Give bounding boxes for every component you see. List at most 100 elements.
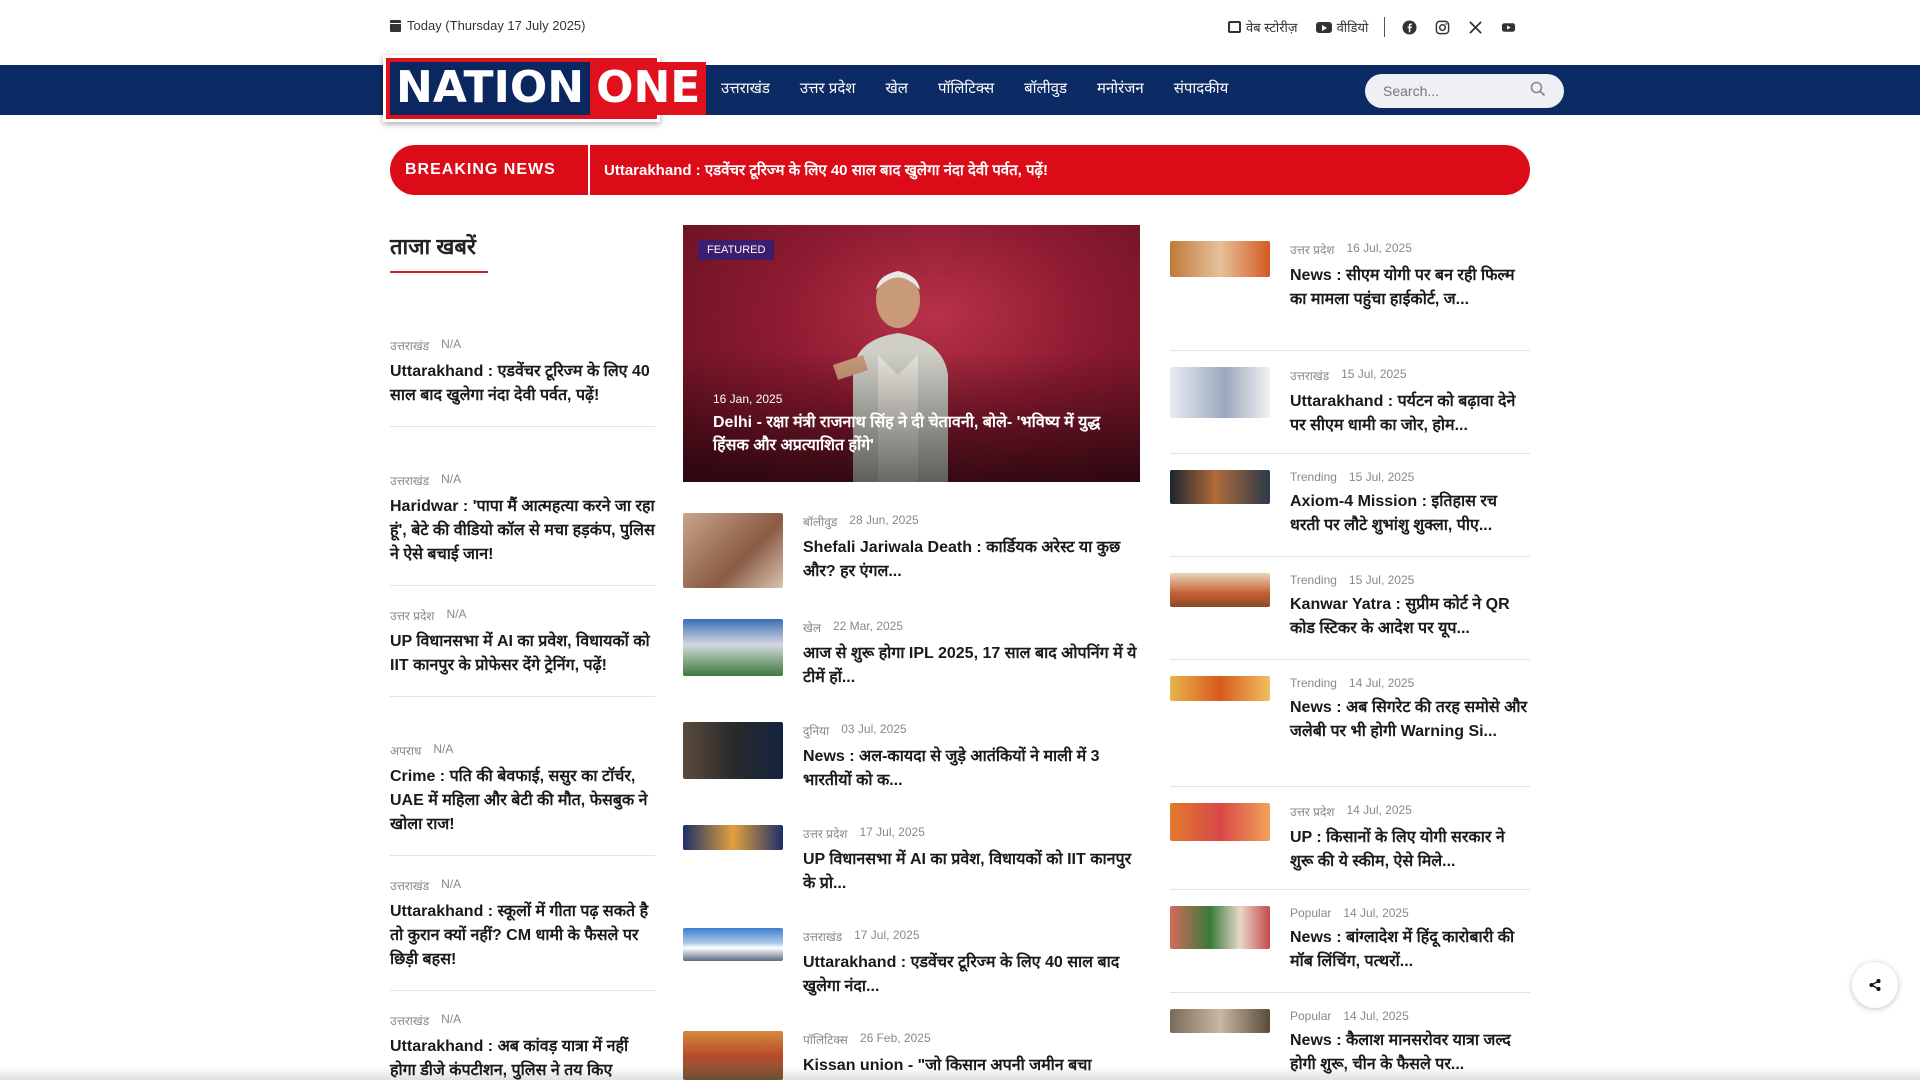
news-title[interactable]: Uttarakhand : एडवेंचर टूरिज्म के लिए 40 … <box>390 360 655 408</box>
video-link[interactable]: वीडियो <box>1315 18 1368 36</box>
news-title[interactable]: UP : किसानों के लिए योगी सरकार ने शुरू क… <box>1290 826 1530 874</box>
list-item[interactable]: Trending 14 Jul, 2025 News : अब सिगरेट की… <box>1170 676 1530 744</box>
x-icon[interactable] <box>1467 19 1483 35</box>
top-bar: Today (Thursday 17 July 2025) वेब स्टोरी… <box>0 0 1920 64</box>
news-title[interactable]: Uttarakhand : एडवेंचर टूरिज्म के लिए 40 … <box>803 951 1140 999</box>
nav-item-uttarakhand[interactable]: उत्तराखंड <box>721 78 770 98</box>
web-stories-link[interactable]: वेब स्टोरीज़ <box>1228 18 1298 36</box>
divider <box>1170 350 1530 351</box>
nav-item-editorial[interactable]: संपादकीय <box>1174 78 1229 98</box>
list-item[interactable]: Trending 15 Jul, 2025 Kanwar Yatra : सुप्… <box>1170 573 1530 641</box>
news-title[interactable]: Haridwar : 'पापा मैं आत्महत्या करने जा र… <box>390 495 655 567</box>
news-title[interactable]: News : अल-कायदा से जुड़े आतंकियों ने माल… <box>803 745 1140 793</box>
news-title[interactable]: News : बांग्लादेश में हिंदू कारोबारी की … <box>1290 926 1530 974</box>
news-date: 14 Jul, 2025 <box>1348 676 1415 690</box>
nav-item-bollywood[interactable]: बॉलीवुड <box>1024 78 1067 98</box>
news-thumbnail[interactable] <box>683 722 783 779</box>
news-date: N/A <box>441 337 462 351</box>
news-title[interactable]: UP विधानसभा में AI का प्रवेश, विधायकों क… <box>803 848 1140 896</box>
list-item[interactable]: उत्तराखंड N/A Uttarakhand : एडवेंचर टूरिज… <box>390 337 655 427</box>
featured-title[interactable]: Delhi - रक्षा मंत्री राजनाथ सिंह ने दी च… <box>713 411 1123 457</box>
divider <box>390 696 655 697</box>
facebook-icon[interactable] <box>1401 19 1417 35</box>
news-category: Trending <box>1290 470 1337 484</box>
featured-story[interactable]: FEATURED 16 Jan, 2025 Delhi - रक्षा मंत्… <box>683 225 1140 482</box>
breaking-news-headline[interactable]: Uttarakhand : एडवेंचर टूरिज्म के लिए 40 … <box>590 160 1048 180</box>
list-item[interactable]: उत्तराखंड N/A Uttarakhand : स्कूलों में ग… <box>390 877 655 991</box>
news-title[interactable]: Axiom-4 Mission : इतिहास रच धरती पर लौटे… <box>1290 490 1530 538</box>
news-category: उत्तराखंड <box>1290 369 1330 383</box>
nav-item-politics[interactable]: पॉलिटिक्स <box>938 78 994 98</box>
news-thumbnail[interactable] <box>1170 470 1270 504</box>
news-date: N/A <box>433 742 454 756</box>
share-button[interactable] <box>1852 962 1898 1008</box>
list-item[interactable]: Popular 14 Jul, 2025 News : बांग्लादेश मे… <box>1170 906 1530 974</box>
list-item[interactable]: Trending 15 Jul, 2025 Axiom-4 Mission : इ… <box>1170 470 1530 538</box>
web-stories-label: वेब स्टोरीज़ <box>1246 20 1298 35</box>
news-title[interactable]: आज से शुरू होगा IPL 2025, 17 साल बाद ओपन… <box>803 642 1140 690</box>
list-item[interactable]: खेल 22 Mar, 2025 आज से शुरू होगा IPL 2025… <box>683 619 1140 690</box>
news-thumbnail[interactable] <box>683 928 783 961</box>
news-date: N/A <box>446 607 467 621</box>
news-thumbnail[interactable] <box>1170 367 1270 418</box>
divider <box>1384 17 1386 37</box>
news-date: 14 Jul, 2025 <box>1343 1009 1409 1023</box>
news-title[interactable]: Uttarakhand : पर्यटन को बढ़ावा देने पर स… <box>1290 390 1530 438</box>
news-title[interactable]: UP विधानसभा में AI का प्रवेश, विधायकों क… <box>390 630 655 678</box>
news-category: Popular <box>1290 906 1332 920</box>
date-text: Today (Thursday 17 July 2025) <box>407 18 586 33</box>
list-item[interactable]: उत्तर प्रदेश 17 Jul, 2025 UP विधानसभा में… <box>683 825 1140 896</box>
news-date: 22 Mar, 2025 <box>832 619 904 633</box>
list-item[interactable]: उत्तर प्रदेश 14 Jul, 2025 UP : किसानों के… <box>1170 803 1530 874</box>
news-thumbnail[interactable] <box>1170 573 1270 607</box>
divider <box>1170 889 1530 890</box>
youtube-icon[interactable] <box>1500 19 1516 35</box>
list-item[interactable]: दुनिया 03 Jul, 2025 News : अल-कायदा से जु… <box>683 722 1140 793</box>
search-icon[interactable] <box>1530 81 1546 102</box>
search-box <box>1365 74 1564 108</box>
news-thumbnail[interactable] <box>1170 241 1270 277</box>
news-date: 28 Jun, 2025 <box>849 513 919 527</box>
list-item[interactable]: उत्तराखंड 15 Jul, 2025 Uttarakhand : पर्य… <box>1170 367 1530 438</box>
news-date: 14 Jul, 2025 <box>1343 906 1409 920</box>
divider <box>390 585 655 586</box>
list-item[interactable]: उत्तर प्रदेश N/A UP विधानसभा में AI का प्… <box>390 607 655 697</box>
list-item[interactable]: अपराध N/A Crime : पति की बेवफाई, ससुर का … <box>390 742 655 856</box>
news-thumbnail[interactable] <box>1170 906 1270 949</box>
news-category: Trending <box>1290 573 1337 587</box>
news-thumbnail[interactable] <box>683 825 783 850</box>
list-item[interactable]: उत्तर प्रदेश 16 Jul, 2025 News : सीएम योग… <box>1170 241 1530 312</box>
list-item[interactable]: उत्तराखंड N/A Haridwar : 'पापा मैं आत्महत… <box>390 472 655 586</box>
instagram-icon[interactable] <box>1434 19 1450 35</box>
calendar-icon <box>390 19 401 32</box>
news-thumbnail[interactable] <box>1170 803 1270 841</box>
news-date: 26 Feb, 2025 <box>859 1031 931 1045</box>
news-title[interactable]: Crime : पति की बेवफाई, ससुर का टॉर्चर, U… <box>390 765 655 837</box>
search-input[interactable] <box>1383 83 1523 99</box>
latest-news-column: ताजा खबरें <box>390 225 655 273</box>
news-title[interactable]: News : सीएम योगी पर बन रही फिल्म का मामल… <box>1290 264 1530 312</box>
section-title-latest: ताजा खबरें <box>390 234 476 259</box>
news-title[interactable]: Shefali Jariwala Death : कार्डियक अरेस्ट… <box>803 536 1140 584</box>
news-category: उत्तर प्रदेश <box>803 827 848 841</box>
featured-tag: FEATURED <box>698 240 775 260</box>
nav-item-sports[interactable]: खेल <box>886 78 908 98</box>
site-logo[interactable]: NATION ONE <box>383 55 707 122</box>
news-category: उत्तराखंड <box>390 339 430 353</box>
divider <box>390 426 655 427</box>
news-date: 15 Jul, 2025 <box>1341 367 1407 381</box>
nav-menu: उत्तराखंड उत्तर प्रदेश खेल पॉलिटिक्स बॉल… <box>721 78 1258 98</box>
list-item[interactable]: बॉलीवुड 28 Jun, 2025 Shefali Jariwala Dea… <box>683 513 1140 588</box>
news-title[interactable]: News : अब सिगरेट की तरह समोसे और जलेबी प… <box>1290 696 1530 744</box>
news-title[interactable]: Kanwar Yatra : सुप्रीम कोर्ट ने QR कोड स… <box>1290 593 1530 641</box>
list-item[interactable]: उत्तराखंड 17 Jul, 2025 Uttarakhand : एडवे… <box>683 928 1140 999</box>
news-thumbnail[interactable] <box>683 619 783 676</box>
news-thumbnail[interactable] <box>683 513 783 588</box>
news-thumbnail[interactable] <box>1170 676 1270 701</box>
news-title[interactable]: Uttarakhand : स्कूलों में गीता पढ़ सकते … <box>390 900 655 972</box>
news-thumbnail[interactable] <box>1170 1009 1270 1033</box>
news-category: उत्तर प्रदेश <box>390 609 435 623</box>
news-category: Trending <box>1290 676 1337 690</box>
nav-item-entertainment[interactable]: मनोरंजन <box>1097 78 1144 98</box>
nav-item-uttar-pradesh[interactable]: उत्तर प्रदेश <box>800 78 856 98</box>
